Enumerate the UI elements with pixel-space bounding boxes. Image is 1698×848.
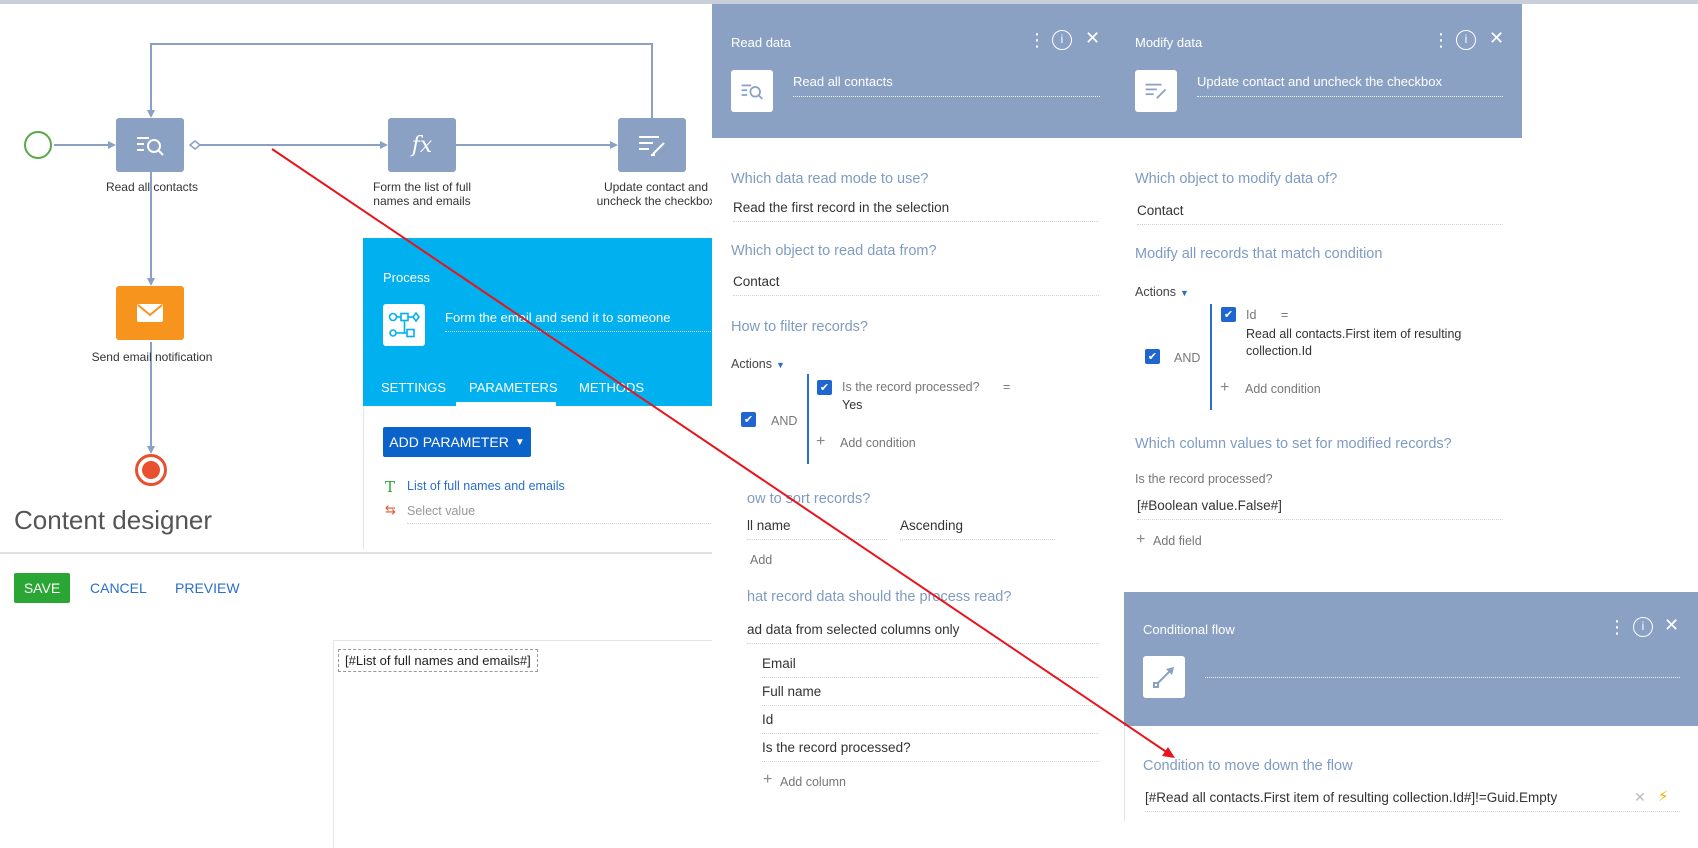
annotation-arrow (271, 148, 1175, 758)
